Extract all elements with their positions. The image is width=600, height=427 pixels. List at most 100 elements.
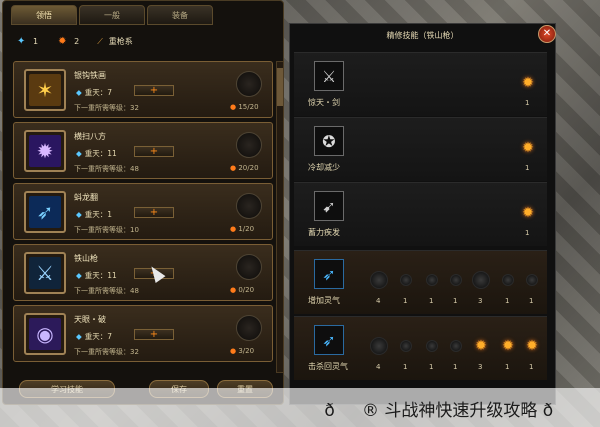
skill-name: 铁山枪	[74, 254, 98, 263]
sword-skill-icon: ⚔	[314, 61, 344, 91]
node-slot[interactable]	[502, 274, 514, 286]
upgrade-button[interactable]: +	[134, 329, 174, 340]
skill-icon[interactable]: ◉	[24, 313, 66, 355]
cost-gem-icon: ●	[230, 347, 237, 355]
skill-row[interactable]: ✹ 横扫八方 ◆ 重天：11 + 下一重所需等级：48 ● 20/20	[13, 122, 273, 179]
star-icon: ✹	[522, 140, 534, 156]
node-slot[interactable]	[426, 340, 438, 352]
skill-slot[interactable]	[236, 193, 262, 219]
refine-row[interactable]: ➹ 蓄力疾发 ✹ 1	[294, 182, 547, 246]
refine-title: 精修技能（铁山枪）	[386, 31, 459, 40]
refine-name: 击杀回灵气	[308, 362, 348, 371]
refine-row[interactable]: ➶ 增加灵气 4 1 1 1 3 1 1	[294, 250, 547, 314]
cost-text: 3/20	[238, 347, 255, 355]
upgrade-button[interactable]: +	[134, 146, 174, 157]
level-gem-icon: ◆	[76, 149, 82, 158]
skill-row[interactable]: ✶ 银钩铁画 ◆ 重天：7 + 下一重所需等级：32 ● 15/20	[13, 61, 273, 118]
cost-text: 0/20	[238, 286, 255, 294]
refine-value: 1	[525, 229, 530, 237]
next-level-req: 下一重所需等级：48	[74, 165, 139, 173]
skill-level: ◆ 重天：11	[76, 148, 117, 159]
node-value: 1	[453, 297, 458, 305]
node-value: 1	[403, 297, 408, 305]
tab-equipment[interactable]: 装备	[147, 5, 213, 25]
star-icon: ✹	[475, 338, 487, 354]
iron-spear-icon: ⚔	[29, 257, 61, 289]
node-value: 1	[403, 363, 408, 371]
skill-name: 银钩铁画	[74, 71, 106, 80]
node-value: 1	[429, 363, 434, 371]
star-icon: ✹	[526, 338, 538, 354]
refine-value: 1	[525, 164, 530, 172]
node-slot[interactable]	[450, 274, 462, 286]
skill-slot[interactable]	[236, 71, 262, 97]
scrollbar[interactable]	[276, 61, 284, 373]
skill-level: ◆ 重天：1	[76, 209, 112, 220]
skill-panel: 领悟 一般 装备 ✦ 1 ✹ 2 ⟋ 重枪系 ✶ 银钩铁画 ◆ 重天：7 + 下一…	[2, 0, 284, 405]
tab-comprehend[interactable]: 领悟	[11, 5, 77, 25]
node-value: 4	[376, 297, 381, 305]
skill-level: ◆ 重天：11	[76, 270, 117, 281]
refine-name: 蓄力疾发	[308, 228, 340, 237]
cost-text: 1/20	[238, 225, 255, 233]
close-button[interactable]: ✕	[538, 25, 556, 43]
refine-name: 惊天・剑	[308, 98, 340, 107]
node-slot[interactable]	[370, 271, 388, 289]
cost-gem-icon: ●	[230, 225, 237, 233]
category-label: 重枪系	[108, 37, 133, 46]
cost-gem-icon: ●	[230, 164, 237, 172]
cost-gem-icon: ●	[230, 286, 237, 294]
skill-level: ◆ 重天：7	[76, 331, 112, 342]
next-level-req: 下一重所需等级：48	[74, 287, 139, 295]
refine-panel: 精修技能（铁山枪） ⚔ 惊天・剑 ✹ 1 ✪ 冷却减少 ✹ 1 ➹ 蓄力疾发 ✹…	[289, 23, 556, 405]
node-slot[interactable]	[526, 274, 538, 286]
refine-row[interactable]: ➶ 击杀回灵气 ✹ ✹ ✹ 4 1 1 1 3 1 1	[294, 316, 547, 380]
skill-level: ◆ 重天：7	[76, 87, 112, 98]
skill-row[interactable]: ⚔ 铁山枪 ◆ 重天：11 + 下一重所需等级：48 ● 0/20	[13, 244, 273, 301]
skill-icon[interactable]: ⚔	[24, 252, 66, 294]
skill-slot[interactable]	[236, 132, 262, 158]
level-text: 重天：11	[84, 271, 117, 280]
node-slot[interactable]	[400, 274, 412, 286]
level-text: 重天：7	[84, 332, 113, 341]
skill-cost: ● 3/20	[230, 347, 254, 355]
skill-icon[interactable]: ✶	[24, 69, 66, 111]
upgrade-button[interactable]: +	[134, 85, 174, 96]
node-slot[interactable]	[370, 337, 388, 355]
node-value: 3	[478, 363, 483, 371]
star-icon: ✹	[522, 75, 534, 91]
sweep-icon: ✹	[29, 135, 61, 167]
next-level-req: 下一重所需等级：10	[74, 226, 139, 234]
skill-name: 蚪龙翻	[74, 193, 98, 202]
node-value: 4	[376, 363, 381, 371]
orange-point-icon: ✹	[58, 35, 67, 47]
node-slot[interactable]	[426, 274, 438, 286]
skill-slot[interactable]	[236, 254, 262, 280]
skill-row[interactable]: ➶ 蚪龙翻 ◆ 重天：1 + 下一重所需等级：10 ● 1/20	[13, 183, 273, 240]
skill-icon[interactable]: ➶	[24, 191, 66, 233]
skill-icon[interactable]: ✹	[24, 130, 66, 172]
skill-cost: ● 20/20	[230, 164, 259, 172]
cooldown-icon: ✪	[314, 126, 344, 156]
skill-slot[interactable]	[236, 315, 262, 341]
level-gem-icon: ◆	[76, 210, 82, 219]
refine-row[interactable]: ✪ 冷却减少 ✹ 1	[294, 117, 547, 181]
cost-text: 15/20	[238, 103, 259, 111]
cost-gem-icon: ●	[230, 103, 237, 111]
skill-row[interactable]: ◉ 天眼・破 ◆ 重天：7 + 下一重所需等级：32 ● 3/20	[13, 305, 273, 362]
refine-value: 1	[525, 99, 530, 107]
refine-row[interactable]: ⚔ 惊天・剑 ✹ 1	[294, 52, 547, 116]
node-slot[interactable]	[400, 340, 412, 352]
node-slot[interactable]	[472, 271, 490, 289]
level-gem-icon: ◆	[76, 332, 82, 341]
node-slot[interactable]	[450, 340, 462, 352]
upgrade-button[interactable]: +	[134, 207, 174, 218]
skill-name: 天眼・破	[74, 315, 106, 324]
tab-general[interactable]: 一般	[79, 5, 145, 25]
star-icon: ✹	[522, 205, 534, 221]
refine-name: 冷却减少	[308, 163, 340, 172]
refine-name: 增加灵气	[308, 296, 340, 305]
orange-point-count: 2	[74, 37, 80, 46]
scrollbar-thumb[interactable]	[277, 68, 283, 106]
star-icon: ✹	[502, 338, 514, 354]
